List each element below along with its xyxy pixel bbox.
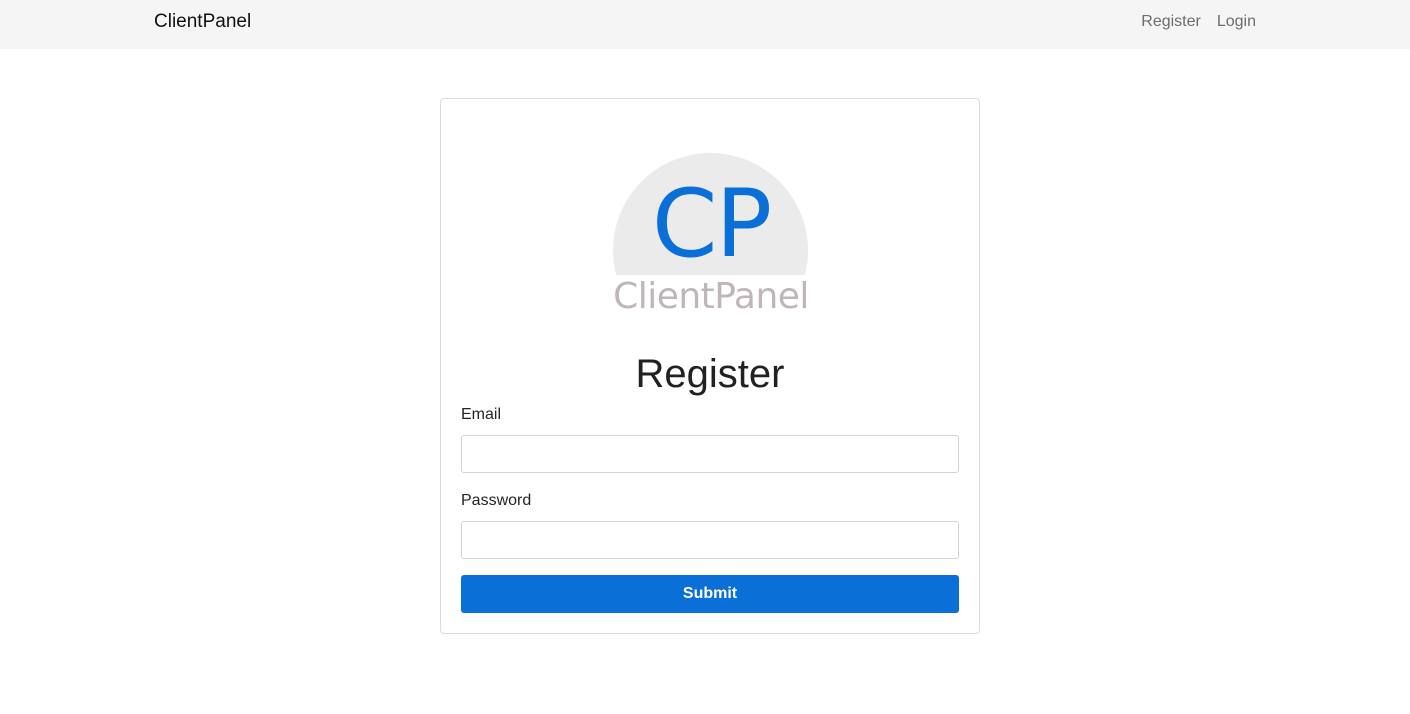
password-label: Password: [461, 492, 532, 509]
register-card: CP ClientPanel Register Email Password S…: [440, 98, 980, 634]
navbar-brand[interactable]: ClientPanel: [154, 11, 251, 33]
clientpanel-logo: CP ClientPanel: [611, 153, 811, 355]
email-field[interactable]: [461, 435, 959, 473]
navbar: ClientPanel Register Login: [0, 0, 1410, 49]
nav-links: Register Login: [1141, 12, 1256, 32]
email-label: Email: [461, 406, 502, 423]
logo-wordmark: ClientPanel: [613, 276, 809, 317]
nav-link-login[interactable]: Login: [1217, 12, 1256, 32]
submit-button[interactable]: Submit: [461, 575, 959, 613]
nav-link-register[interactable]: Register: [1141, 12, 1201, 32]
logo-monogram: CP: [651, 170, 772, 279]
page-title: Register: [635, 352, 785, 396]
password-field[interactable]: [461, 521, 959, 559]
